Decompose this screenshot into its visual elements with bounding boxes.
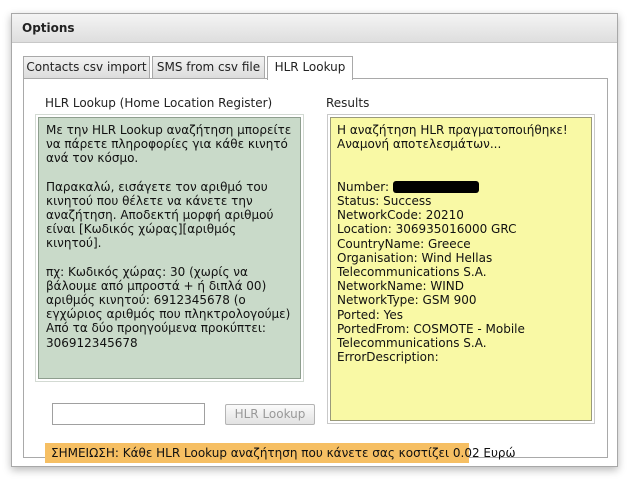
- result-key: Number:: [337, 179, 390, 194]
- window-title: Options: [12, 14, 617, 43]
- info-paragraph-format: Παρακαλώ, εισάγετε τον αριθμό του κινητο…: [46, 179, 274, 251]
- results-waiting-line: Αναμονή αποτελεσμάτων...: [337, 137, 502, 152]
- result-field-network-code: NetworkCode: 20210: [337, 208, 464, 223]
- hlr-info-box: Με την HLR Lookup αναζήτηση μπορείτε να …: [35, 114, 304, 382]
- result-field-error-description: ErrorDescription:: [337, 350, 439, 365]
- results-box: Η αναζήτηση HLR πραγματοποιήθηκε! Αναμον…: [327, 114, 595, 424]
- phone-number-input[interactable]: [52, 403, 205, 425]
- tab-hlr-lookup[interactable]: HLR Lookup: [267, 56, 353, 80]
- hlr-lookup-button[interactable]: HLR Lookup: [225, 404, 315, 425]
- results-status-line: Η αναζήτηση HLR πραγματοποιήθηκε!: [337, 123, 568, 137]
- result-field-number: Number:: [337, 180, 585, 194]
- result-field-country-name: CountryName: Greece: [337, 236, 471, 251]
- hlr-lookup-panel: HLR Lookup (Home Location Register) Resu…: [23, 78, 608, 463]
- info-paragraph-example: πχ: Κωδικός χώρας: 30 (χωρίς να βάλουμε …: [46, 264, 291, 350]
- results-section-label: Results: [326, 96, 370, 110]
- result-field-organisation: Organisation: Wind Hellas Telecommunicat…: [337, 250, 493, 279]
- tab-sms-from-csv-file[interactable]: SMS from csv file: [152, 56, 265, 78]
- result-field-status: Status: Success: [337, 193, 432, 208]
- tab-contacts-csv-import[interactable]: Contacts csv import: [23, 56, 150, 78]
- hlr-section-label: HLR Lookup (Home Location Register): [45, 96, 273, 110]
- result-field-network-type: NetworkType: GSM 900: [337, 293, 477, 308]
- cost-note: ΣΗΜΕΙΩΣΗ: Κάθε HLR Lookup αναζήτηση που …: [45, 443, 516, 463]
- result-field-ported: Ported: Yes: [337, 307, 404, 322]
- result-field-network-name: NetworkName: WIND: [337, 279, 465, 294]
- options-window: Options Contacts csv import SMS from csv…: [11, 13, 618, 467]
- result-field-ported-from: PortedFrom: COSMOTE - Mobile Telecommuni…: [337, 321, 525, 351]
- redacted-number: [393, 180, 480, 193]
- result-field-location: Location: 306935016000 GRC: [337, 222, 517, 237]
- info-paragraph-intro: Με την HLR Lookup αναζήτηση μπορείτε να …: [46, 123, 292, 166]
